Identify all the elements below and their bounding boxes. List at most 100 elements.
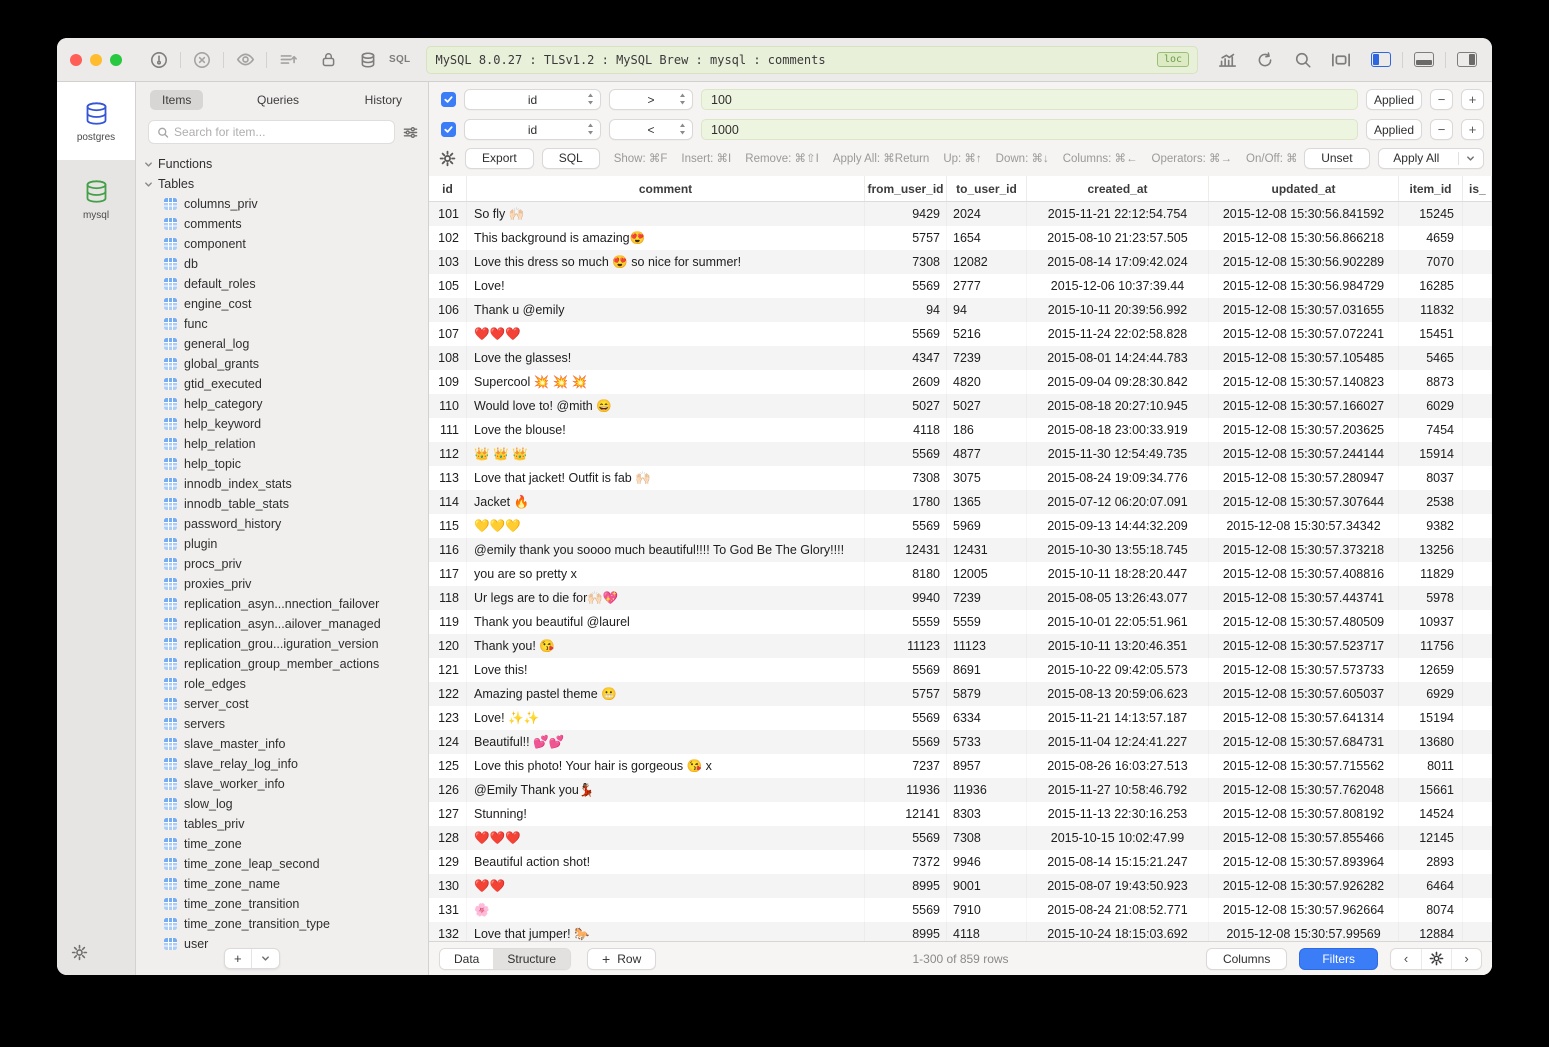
table-row[interactable]: 101 So fly 🙌🏻 9429 2024 2015-11-21 22:12…: [429, 202, 1492, 226]
cell-is[interactable]: [1463, 370, 1492, 394]
table-row[interactable]: 116 @emily thank you soooo much beautifu…: [429, 538, 1492, 562]
cell-is[interactable]: [1463, 658, 1492, 682]
sidebar-table-item[interactable]: slow_log: [142, 794, 428, 814]
cell-item-id[interactable]: 5465: [1399, 346, 1463, 370]
cell-comment[interactable]: Love this dress so much 😍 so nice for su…: [467, 250, 865, 274]
table-row[interactable]: 113 Love that jacket! Outfit is fab 🙌🏻 7…: [429, 466, 1492, 490]
table-row[interactable]: 114 Jacket 🔥 1780 1365 2015-07-12 06:20:…: [429, 490, 1492, 514]
cell-updated-at[interactable]: 2015-12-08 15:30:57.893964: [1209, 850, 1399, 874]
cell-updated-at[interactable]: 2015-12-08 15:30:57.573733: [1209, 658, 1399, 682]
apply-all-menu[interactable]: [1458, 152, 1475, 165]
cell-id[interactable]: 111: [429, 418, 467, 442]
sidebar-table-item[interactable]: innodb_table_stats: [142, 494, 428, 514]
cell-to-user-id[interactable]: 8691: [947, 658, 1027, 682]
cell-from-user-id[interactable]: 5757: [865, 226, 947, 250]
cell-created-at[interactable]: 2015-08-10 21:23:57.505: [1027, 226, 1209, 250]
cell-id[interactable]: 132: [429, 922, 467, 941]
remove-filter-button[interactable]: −: [1430, 119, 1453, 140]
cell-updated-at[interactable]: 2015-12-08 15:30:57.105485: [1209, 346, 1399, 370]
cell-is[interactable]: [1463, 394, 1492, 418]
cell-item-id[interactable]: 15451: [1399, 322, 1463, 346]
cell-is[interactable]: [1463, 706, 1492, 730]
cell-id[interactable]: 126: [429, 778, 467, 802]
cell-id[interactable]: 101: [429, 202, 467, 226]
sidebar-table-item[interactable]: slave_relay_log_info: [142, 754, 428, 774]
cell-item-id[interactable]: 7070: [1399, 250, 1463, 274]
cell-created-at[interactable]: 2015-08-14 17:09:42.024: [1027, 250, 1209, 274]
table-row[interactable]: 111 Love the blouse! 4118 186 2015-08-18…: [429, 418, 1492, 442]
cell-is[interactable]: [1463, 562, 1492, 586]
cell-to-user-id[interactable]: 9001: [947, 874, 1027, 898]
tab-history[interactable]: History: [353, 90, 414, 110]
sidebar-table-item[interactable]: time_zone_transition_type: [142, 914, 428, 934]
cell-is[interactable]: [1463, 850, 1492, 874]
cell-from-user-id[interactable]: 7372: [865, 850, 947, 874]
cell-comment[interactable]: ❤️❤️: [467, 874, 865, 898]
cell-is[interactable]: [1463, 586, 1492, 610]
cell-to-user-id[interactable]: 4877: [947, 442, 1027, 466]
toggle-right-panel-icon[interactable]: [1452, 47, 1482, 73]
cell-updated-at[interactable]: 2015-12-08 15:30:57.855466: [1209, 826, 1399, 850]
cell-to-user-id[interactable]: 3075: [947, 466, 1027, 490]
cell-comment[interactable]: So fly 🙌🏻: [467, 202, 865, 226]
sidebar-table-item[interactable]: replication_grou...iguration_version: [142, 634, 428, 654]
remove-filter-button[interactable]: −: [1430, 89, 1453, 110]
sidebar-table-item[interactable]: db: [142, 254, 428, 274]
cell-created-at[interactable]: 2015-10-01 22:05:51.961: [1027, 610, 1209, 634]
cell-created-at[interactable]: 2015-11-21 14:13:57.187: [1027, 706, 1209, 730]
sql-editor-icon[interactable]: SQL: [389, 54, 410, 65]
cell-is[interactable]: [1463, 418, 1492, 442]
cell-id[interactable]: 115: [429, 514, 467, 538]
cell-comment[interactable]: Love this photo! Your hair is gorgeous 😘…: [467, 754, 865, 778]
cell-from-user-id[interactable]: 5569: [865, 706, 947, 730]
sidebar-table-item[interactable]: general_log: [142, 334, 428, 354]
add-filter-button[interactable]: +: [1461, 89, 1484, 110]
cell-is[interactable]: [1463, 634, 1492, 658]
cell-comment[interactable]: Beautiful action shot!: [467, 850, 865, 874]
cell-id[interactable]: 110: [429, 394, 467, 418]
table-row[interactable]: 103 Love this dress so much 😍 so nice fo…: [429, 250, 1492, 274]
filter-operator-select[interactable]: <: [609, 119, 693, 140]
cell-to-user-id[interactable]: 5879: [947, 682, 1027, 706]
sidebar-table-item[interactable]: help_category: [142, 394, 428, 414]
cell-created-at[interactable]: 2015-11-27 10:58:46.792: [1027, 778, 1209, 802]
sidebar-table-item[interactable]: time_zone: [142, 834, 428, 854]
table-row[interactable]: 121 Love this! 5569 8691 2015-10-22 09:4…: [429, 658, 1492, 682]
cell-created-at[interactable]: 2015-08-26 16:03:27.513: [1027, 754, 1209, 778]
unset-button[interactable]: Unset: [1304, 148, 1369, 169]
cell-updated-at[interactable]: 2015-12-08 15:30:57.962664: [1209, 898, 1399, 922]
cell-comment[interactable]: Thank u @emily: [467, 298, 865, 322]
filter-value-input[interactable]: 100: [701, 89, 1358, 110]
cell-to-user-id[interactable]: 1365: [947, 490, 1027, 514]
cell-updated-at[interactable]: 2015-12-08 15:30:57.203625: [1209, 418, 1399, 442]
cell-to-user-id[interactable]: 186: [947, 418, 1027, 442]
table-row[interactable]: 131 🌸 5569 7910 2015-08-24 21:08:52.771 …: [429, 898, 1492, 922]
column-header-to-user-id[interactable]: to_user_id: [947, 176, 1027, 201]
cell-item-id[interactable]: 6929: [1399, 682, 1463, 706]
cell-from-user-id[interactable]: 4118: [865, 418, 947, 442]
cell-id[interactable]: 124: [429, 730, 467, 754]
cell-from-user-id[interactable]: 4347: [865, 346, 947, 370]
cell-comment[interactable]: ❤️❤️❤️: [467, 826, 865, 850]
cell-created-at[interactable]: 2015-08-14 15:15:21.247: [1027, 850, 1209, 874]
filter-checkbox[interactable]: [441, 92, 456, 107]
cell-is[interactable]: [1463, 754, 1492, 778]
cell-updated-at[interactable]: 2015-12-08 15:30:57.244144: [1209, 442, 1399, 466]
table-row[interactable]: 130 ❤️❤️ 8995 9001 2015-08-07 19:43:50.9…: [429, 874, 1492, 898]
filter-value-input[interactable]: 1000: [701, 119, 1358, 140]
table-row[interactable]: 115 💛💛💛 5569 5969 2015-09-13 14:44:32.20…: [429, 514, 1492, 538]
cell-comment[interactable]: Love! ✨✨: [467, 706, 865, 730]
cell-created-at[interactable]: 2015-07-12 06:20:07.091: [1027, 490, 1209, 514]
sidebar-table-item[interactable]: default_roles: [142, 274, 428, 294]
table-row[interactable]: 118 Ur legs are to die for🙌🏻💖 9940 7239 …: [429, 586, 1492, 610]
table-row[interactable]: 112 👑 👑 👑 5569 4877 2015-11-30 12:54:49.…: [429, 442, 1492, 466]
refresh-icon[interactable]: [1250, 47, 1280, 73]
filter-sliders-icon[interactable]: [403, 125, 418, 140]
cell-item-id[interactable]: 4659: [1399, 226, 1463, 250]
sidebar-table-item[interactable]: server_cost: [142, 694, 428, 714]
cell-updated-at[interactable]: 2015-12-08 15:30:56.866218: [1209, 226, 1399, 250]
minimize-window-button[interactable]: [90, 54, 102, 66]
table-row[interactable]: 119 Thank you beautiful @laurel 5559 555…: [429, 610, 1492, 634]
cell-created-at[interactable]: 2015-10-24 18:15:03.692: [1027, 922, 1209, 941]
cell-item-id[interactable]: 8074: [1399, 898, 1463, 922]
